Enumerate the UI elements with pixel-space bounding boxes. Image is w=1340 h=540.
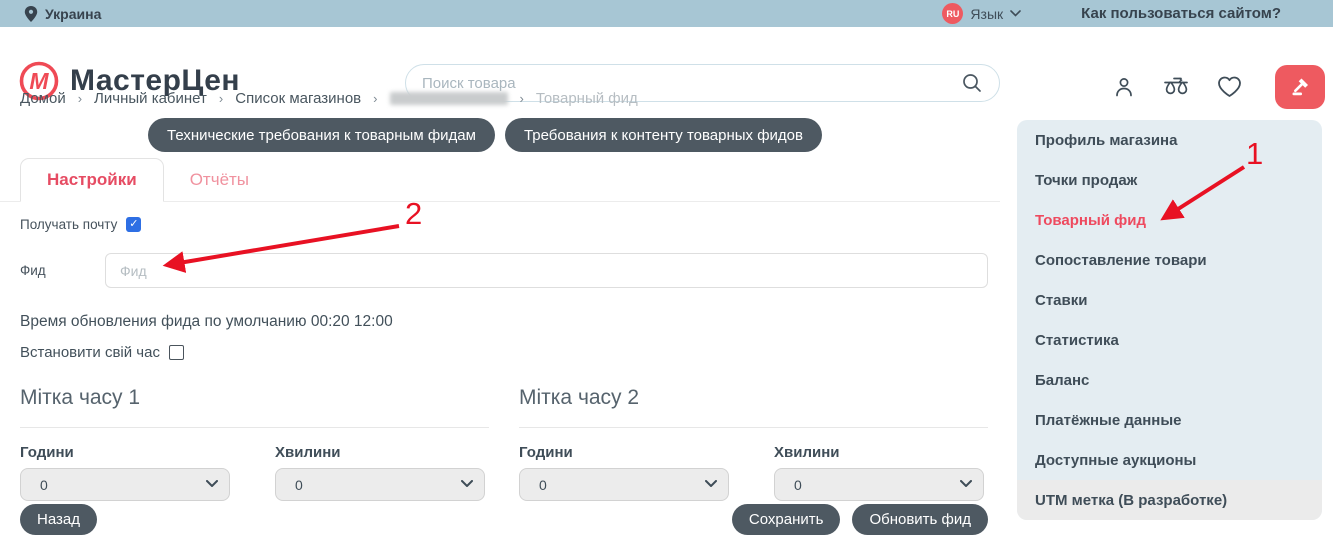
timestamp-1-minutes-select[interactable]: 0 [275,468,485,501]
sidebar-item-product-matching[interactable]: Сопоставление товари [1017,240,1322,280]
save-button[interactable]: Сохранить [731,504,841,535]
top-bar: Украина RU Язык Как пользоваться сайтом? [0,0,1333,27]
breadcrumb-separator: › [373,91,378,106]
header-icons [1112,65,1325,109]
timestamp-sections: Мітка часу 1 Години 0 Хвилини 0 Мітка ча… [20,386,988,501]
timestamp-2-hours-select[interactable]: 0 [519,468,729,501]
country-selector[interactable]: Украина [24,5,102,22]
form-actions: Назад Сохранить Обновить фид [20,504,988,535]
language-label: Язык [970,5,1004,22]
own-time-label: Встановити свій час [20,344,160,361]
tab-reports[interactable]: Отчёты [164,158,275,201]
own-time-checkbox[interactable] [168,345,184,360]
timestamp-2-hours-field: Години 0 [519,444,729,501]
receive-mail-row: Получать почту ✓ [20,217,142,232]
breadcrumb-shop-name-redacted [389,92,508,105]
timestamp-1-hours-field: Години 0 [20,444,230,501]
receive-mail-label: Получать почту [20,217,118,232]
language-flag-badge: RU [942,3,964,24]
timestamp-1-title: Мітка часу 1 [20,386,489,428]
product-feed-settings-page: Украина RU Язык Как пользоваться сайтом?… [0,0,1340,540]
sidebar-item-utm-label[interactable]: UTM метка (В разработке) [1017,480,1322,520]
own-time-row: Встановити свій час [20,344,184,361]
site-help-link[interactable]: Как пользоваться сайтом? [1081,5,1281,22]
search-input[interactable] [422,74,961,92]
chevron-down-icon [1010,10,1021,17]
compare-scales-icon[interactable] [1162,75,1190,99]
breadcrumb-shop-list[interactable]: Список магазинов [235,90,361,107]
feed-label: Фид [20,263,46,278]
language-selector[interactable]: RU Язык [942,3,1021,24]
gavel-icon [1292,78,1308,96]
breadcrumb-separator: › [218,91,224,106]
location-pin-icon [24,5,38,22]
breadcrumb-current: Товарный фид [535,90,638,107]
sidebar-item-sales-points[interactable]: Точки продаж [1017,160,1322,200]
hours-label: Години [519,444,573,461]
timestamp-2-section: Мітка часу 2 Години 0 Хвилини 0 [519,386,988,501]
sidebar-item-rates[interactable]: Ставки [1017,280,1322,320]
back-button[interactable]: Назад [20,504,97,535]
search-icon[interactable] [961,72,983,94]
breadcrumb-separator: › [77,91,83,106]
timestamp-1-minutes-field: Хвилини 0 [275,444,485,501]
receive-mail-checkbox[interactable]: ✓ [126,217,142,232]
content-requirements-button[interactable]: Требования к контенту товарных фидов [504,118,822,152]
settings-tabs: Настройки Отчёты [0,158,1000,202]
sidebar-item-shop-profile[interactable]: Профиль магазина [1017,120,1322,160]
sidebar-item-available-auctions[interactable]: Доступные аукционы [1017,440,1322,480]
sidebar-item-payment-data[interactable]: Платёжные данные [1017,400,1322,440]
technical-requirements-button[interactable]: Технические требования к товарным фидам [148,118,495,152]
minutes-label: Хвилини [774,444,840,461]
main-header: М МастерЦен [0,27,1340,109]
country-label: Украина [45,5,102,22]
timestamp-1-section: Мітка часу 1 Години 0 Хвилини 0 [20,386,489,501]
user-account-icon[interactable] [1112,75,1136,99]
topbar-right-group: RU Язык Как пользоваться сайтом? [942,3,1333,24]
auction-gavel-button[interactable] [1275,65,1325,109]
sidebar-item-statistics[interactable]: Статистика [1017,320,1322,360]
feed-requirements-links: Технические требования к товарным фидам … [148,118,822,152]
default-update-time-text: Время обновления фида по умолчанию 00:20… [20,313,393,330]
sidebar-item-balance[interactable]: Баланс [1017,360,1322,400]
timestamp-2-title: Мітка часу 2 [519,386,988,428]
shop-sidebar-menu: Профиль магазина Точки продаж Товарный ф… [1017,120,1322,520]
tab-settings[interactable]: Настройки [20,158,164,202]
update-feed-button[interactable]: Обновить фид [852,504,988,535]
favorites-heart-icon[interactable] [1216,75,1243,99]
minutes-label: Хвилини [275,444,341,461]
timestamp-2-minutes-select[interactable]: 0 [774,468,984,501]
feed-url-input[interactable] [105,253,988,288]
breadcrumb: Домой › Личный кабинет › Список магазино… [20,90,638,107]
timestamp-1-hours-select[interactable]: 0 [20,468,230,501]
timestamp-2-minutes-field: Хвилини 0 [774,444,984,501]
hours-label: Години [20,444,74,461]
breadcrumb-home[interactable]: Домой [20,90,66,107]
feed-input-row: Фид [20,253,988,288]
sidebar-item-product-feed[interactable]: Товарный фид [1017,200,1322,240]
breadcrumb-separator: › [519,91,524,106]
breadcrumb-account[interactable]: Личный кабинет [94,90,207,107]
